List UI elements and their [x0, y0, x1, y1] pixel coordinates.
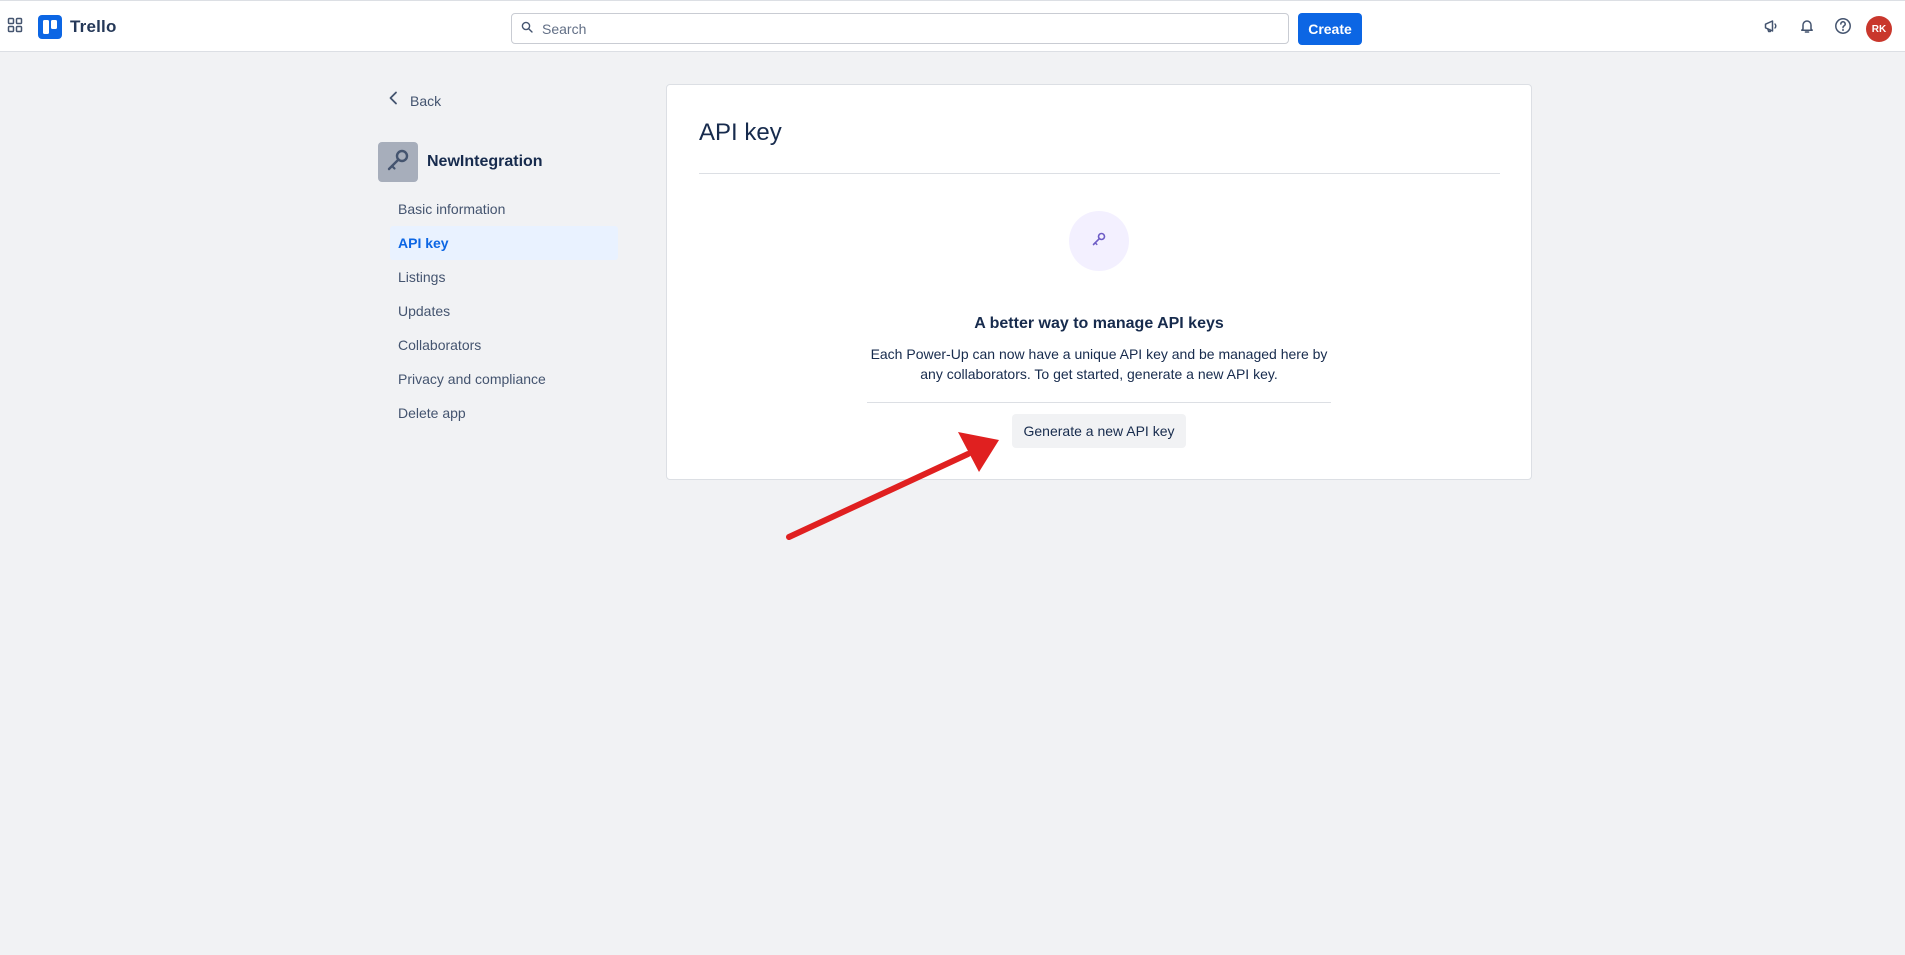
generate-api-key-button[interactable]: Generate a new API key [1012, 414, 1186, 448]
notifications-button[interactable] [1794, 15, 1820, 41]
nav-item-listings[interactable]: Listings [390, 260, 618, 294]
back-link[interactable]: Back [388, 91, 441, 110]
logo-text: Trello [70, 17, 117, 36]
app-header: NewIntegration [378, 142, 543, 182]
search-bar[interactable] [511, 13, 1289, 44]
nav-item-basic-information[interactable]: Basic information [390, 192, 618, 226]
key-icon [384, 146, 412, 179]
create-button[interactable]: Create [1298, 13, 1362, 45]
top-navigation-bar: Trello Create [0, 0, 1905, 52]
back-label: Back [410, 92, 442, 109]
empty-state-description: Each Power-Up can now have a unique API … [870, 346, 1328, 382]
user-avatar[interactable]: RK [1866, 16, 1892, 42]
app-settings-nav: Basic information API key Listings Updat… [390, 192, 618, 430]
grid-icon [7, 17, 23, 38]
app-avatar [378, 142, 418, 182]
nav-item-updates[interactable]: Updates [390, 294, 618, 328]
nav-item-collaborators[interactable]: Collaborators [390, 328, 618, 362]
api-key-card: API key A better way to manage API keys … [666, 84, 1532, 480]
empty-state-heading: A better way to manage API keys [974, 315, 1224, 332]
search-icon [512, 20, 533, 38]
button-divider [867, 402, 1331, 403]
megaphone-icon [1763, 18, 1779, 39]
title-divider [699, 173, 1500, 174]
app-switcher-button[interactable] [4, 13, 26, 41]
nav-item-delete-app[interactable]: Delete app [390, 396, 618, 430]
nav-item-api-key[interactable]: API key [390, 226, 618, 260]
help-icon [1834, 17, 1852, 40]
nav-item-privacy-and-compliance[interactable]: Privacy and compliance [390, 362, 618, 396]
key-icon [1090, 230, 1108, 253]
search-input[interactable] [540, 19, 1244, 38]
whats-new-button[interactable] [1758, 15, 1784, 41]
empty-state-icon [1069, 211, 1129, 271]
trello-logo-icon [38, 15, 62, 39]
bell-icon [1799, 18, 1815, 39]
app-name: NewIntegration [427, 153, 543, 170]
help-button[interactable] [1830, 15, 1856, 41]
page-title: API key [699, 119, 782, 146]
chevron-left-icon [388, 91, 398, 110]
trello-logo[interactable]: Trello [38, 15, 117, 39]
